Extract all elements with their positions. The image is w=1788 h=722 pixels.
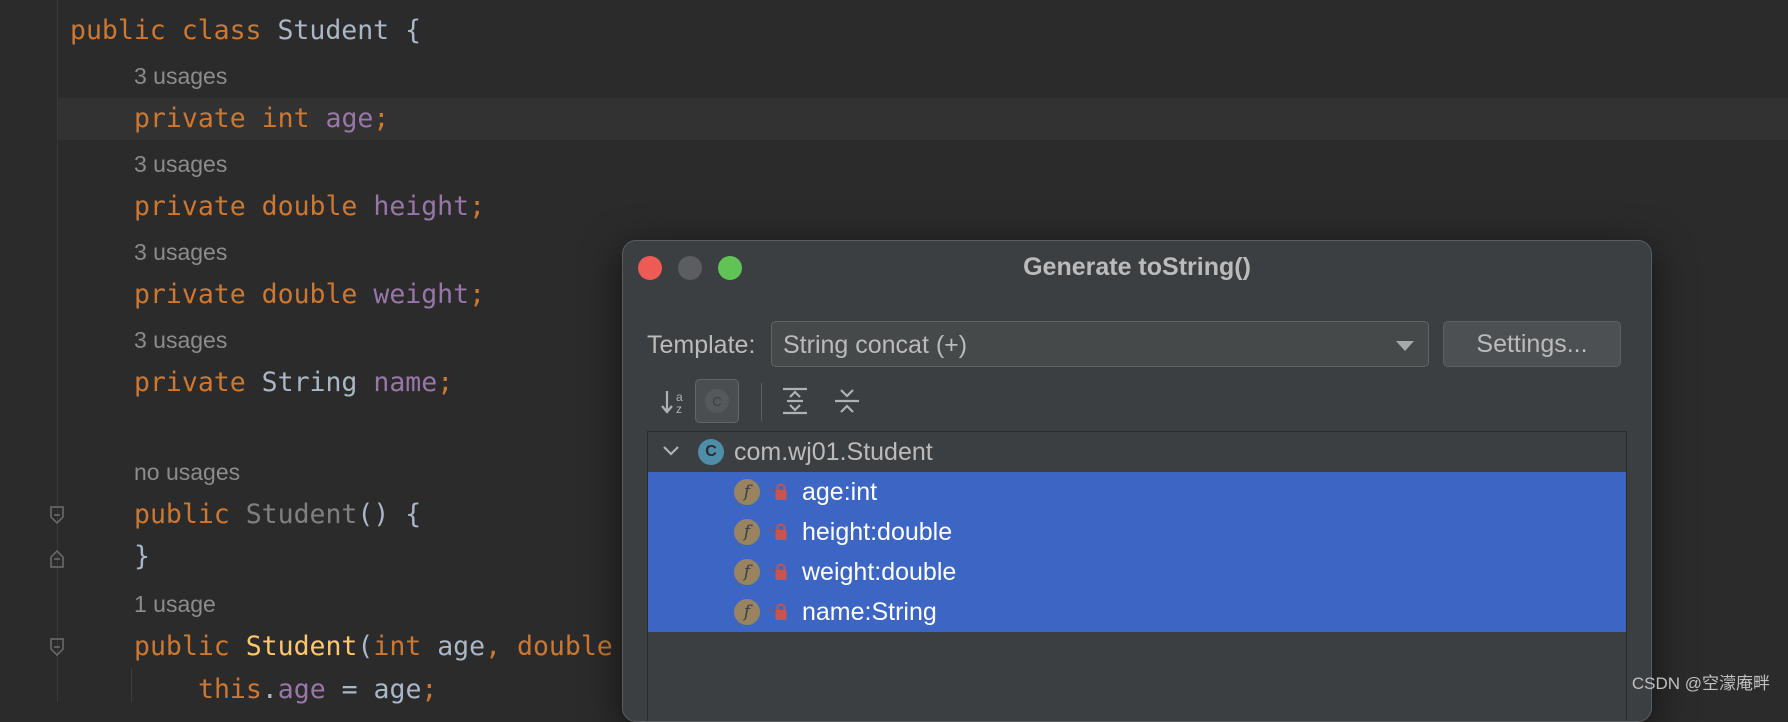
editor-gutter [0, 0, 58, 702]
indent-guide [131, 668, 132, 702]
tree-root-label: com.wj01.Student [734, 438, 933, 466]
lock-icon [774, 483, 788, 506]
sort-alpha-icon[interactable]: a z [657, 381, 697, 421]
watermark: CSDN @空濛庵畔 [1631, 674, 1770, 693]
svg-text:C: C [712, 394, 721, 409]
tree-item-label: name:String [802, 598, 937, 626]
generate-tostring-dialog: Generate toString() Template: String con… [622, 240, 1652, 722]
members-tree[interactable]: C com.wj01.Student f age:int f height:do… [647, 431, 1627, 721]
fold-start-icon[interactable] [49, 506, 65, 526]
lock-icon [774, 603, 788, 626]
keyword: public [134, 631, 230, 662]
semicolon: ; [469, 191, 486, 222]
keyword: private [134, 103, 246, 134]
template-label: Template: [647, 331, 756, 359]
code-line-class-declaration[interactable]: public class Student { [70, 11, 421, 51]
constructor-name: Student [245, 499, 358, 530]
lock-icon [774, 523, 788, 546]
constructor-name: Student [245, 631, 358, 662]
chevron-down-icon[interactable] [662, 444, 680, 463]
paren: ( [357, 631, 374, 662]
tree-item-label: weight:double [802, 558, 957, 586]
dialog-title: Generate toString() [1023, 253, 1251, 281]
semicolon: ; [421, 674, 438, 705]
brace: { [405, 15, 422, 46]
keyword: public [70, 15, 166, 46]
field-icon: f [734, 599, 760, 625]
field-icon: f [734, 559, 760, 585]
type: double [261, 279, 358, 310]
field-name: height [373, 191, 470, 222]
keyword: class [181, 15, 262, 46]
type: int [261, 103, 310, 134]
semicolon: ; [469, 279, 486, 310]
inherited-members-icon[interactable]: C [695, 379, 739, 423]
type: int [373, 631, 422, 662]
settings-button[interactable]: Settings... [1443, 321, 1621, 367]
expression: = age [325, 674, 422, 705]
fold-start-icon[interactable] [49, 638, 65, 658]
usage-hint[interactable]: 3 usages [134, 234, 227, 270]
lock-icon [774, 563, 788, 586]
collapse-all-icon[interactable] [827, 381, 867, 421]
field-name: age [277, 674, 326, 705]
class-name: Student [277, 15, 390, 46]
toolbar-separator [761, 383, 762, 421]
code-line-constructor-default[interactable]: public Student() { [134, 495, 421, 535]
field-name: age [325, 103, 374, 134]
keyword: this [198, 674, 262, 705]
type: double [517, 631, 613, 662]
tree-item-field[interactable]: f height:double [648, 512, 1626, 552]
usage-hint[interactable]: 3 usages [134, 146, 227, 182]
field-name: weight [373, 279, 470, 310]
dialog-titlebar[interactable]: Generate toString() [623, 241, 1651, 297]
tree-item-label: height:double [802, 518, 953, 546]
params: () { [357, 499, 422, 530]
fold-end-icon[interactable] [49, 548, 65, 568]
type: String [261, 367, 358, 398]
tree-item-field[interactable]: f weight:double [648, 552, 1626, 592]
tree-item-label: age:int [802, 478, 878, 506]
keyword: private [134, 191, 246, 222]
usage-hint[interactable]: no usages [134, 454, 240, 490]
semicolon: ; [437, 367, 454, 398]
keyword: public [134, 499, 230, 530]
semicolon: ; [373, 103, 390, 134]
dot: . [261, 674, 278, 705]
brace: } [134, 541, 150, 572]
keyword: private [134, 367, 246, 398]
tree-item-field[interactable]: f age:int [648, 472, 1626, 512]
template-selected-value: String concat (+) [783, 331, 968, 359]
expand-all-icon[interactable] [775, 381, 815, 421]
field-icon: f [734, 479, 760, 505]
usage-hint[interactable]: 3 usages [134, 322, 227, 358]
usage-hint[interactable]: 3 usages [134, 58, 227, 94]
field-icon: f [734, 519, 760, 545]
chevron-down-icon [1396, 341, 1414, 351]
svg-text:z: z [676, 402, 682, 416]
param-name: age [421, 631, 486, 662]
code-line-close-brace[interactable]: } [134, 537, 150, 577]
code-line-field-weight[interactable]: private double weight; [134, 275, 485, 315]
tree-root-class[interactable]: C com.wj01.Student [648, 432, 1626, 472]
usage-hint[interactable]: 1 usage [134, 586, 216, 622]
code-line-constructor-full[interactable]: public Student(int age, double [134, 627, 613, 667]
comma: , [485, 631, 502, 662]
code-line-field-height[interactable]: private double height; [134, 187, 485, 227]
field-name: name [373, 367, 438, 398]
class-icon: C [698, 439, 724, 465]
code-line-field-age[interactable]: private int age; [134, 99, 389, 139]
keyword: private [134, 279, 246, 310]
tree-item-field[interactable]: f name:String [648, 592, 1626, 632]
template-dropdown[interactable]: String concat (+) [771, 321, 1429, 367]
type: double [261, 191, 358, 222]
code-line-field-name[interactable]: private String name; [134, 363, 453, 403]
code-line-assignment[interactable]: this.age = age; [198, 670, 437, 710]
